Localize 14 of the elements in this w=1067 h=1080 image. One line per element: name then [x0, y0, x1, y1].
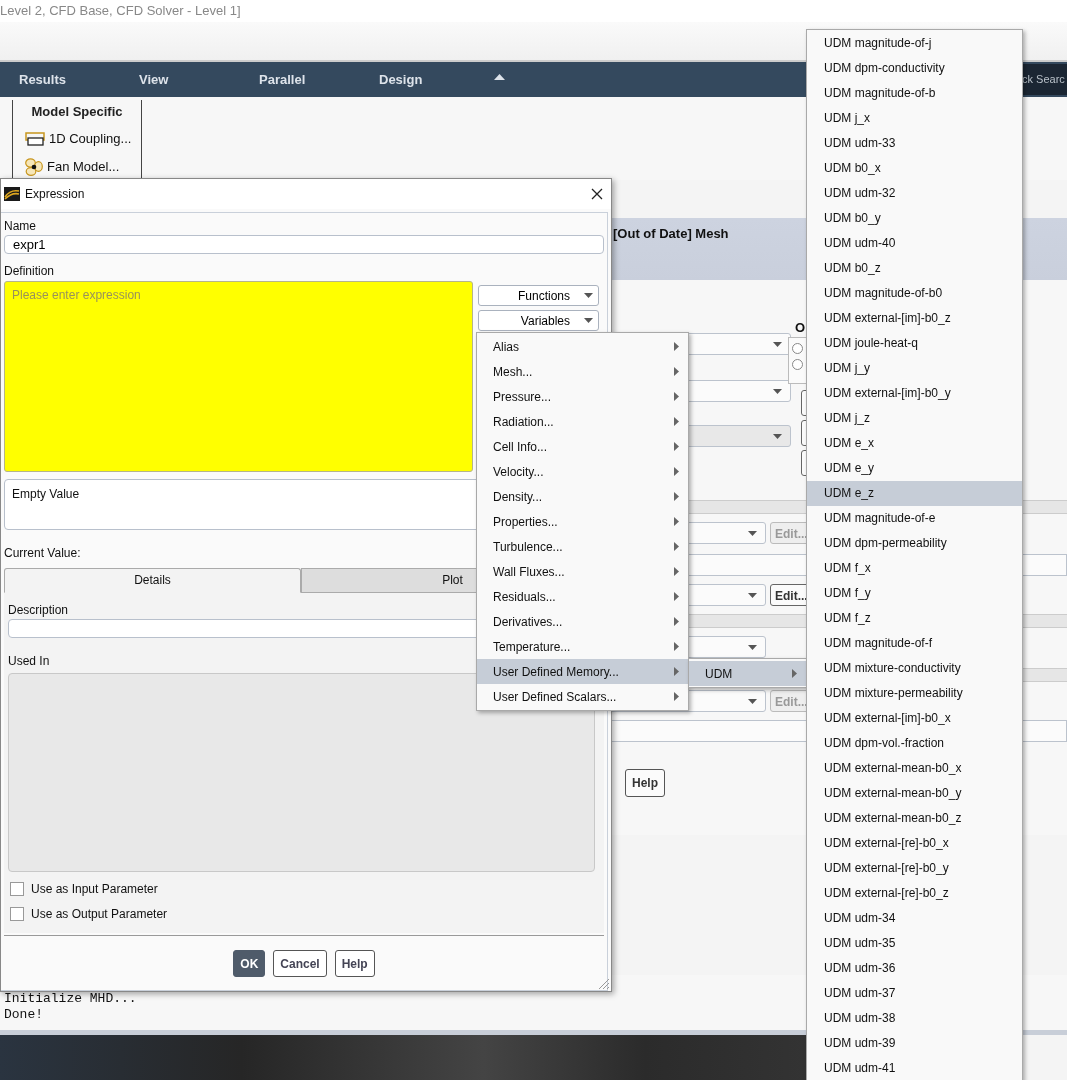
panel-title: [Out of Date] Mesh: [613, 226, 729, 241]
field-label: Name: [4, 218, 37, 235]
checkbox-label: Use as Output Parameter: [31, 905, 168, 923]
field-label: Used In: [8, 653, 51, 670]
checkbox-label: Use as Input Parameter: [31, 880, 158, 898]
field-label: Description: [8, 602, 70, 619]
console-line: Done!: [4, 1007, 43, 1023]
console-line: Initialize MHD...: [4, 991, 137, 1007]
window-title: Level 2, CFD Base, CFD Solver - Level 1]: [0, 3, 241, 18]
field-label: Current Value:: [4, 545, 81, 562]
field-label: Definition: [4, 263, 56, 280]
group-title: Model Specific: [30, 103, 124, 121]
dialog-title: Expression: [25, 186, 85, 203]
group-label: O: [795, 319, 806, 337]
